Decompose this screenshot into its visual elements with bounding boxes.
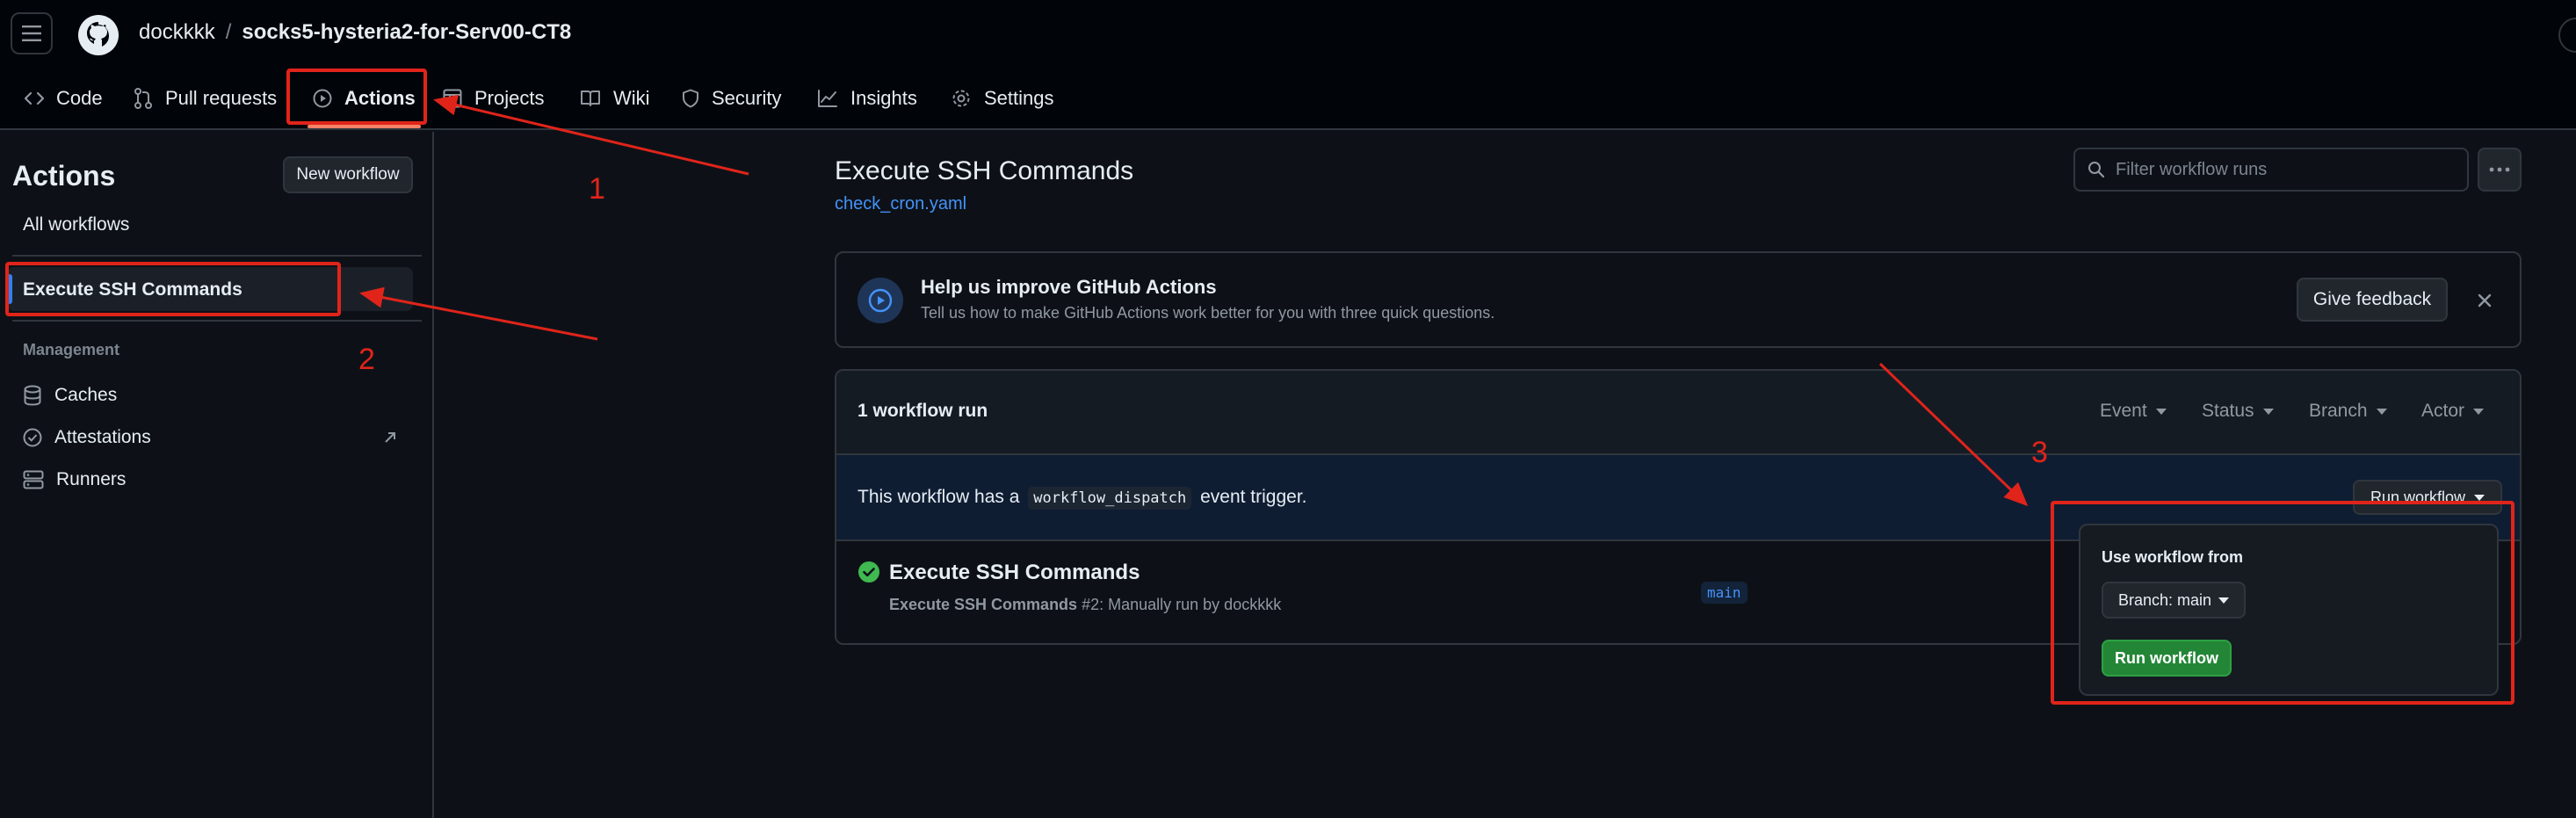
run-workflow-name: Execute SSH Commands <box>889 596 1078 613</box>
verified-icon <box>23 428 42 447</box>
banner-subtitle: Tell us how to make GitHub Actions work … <box>921 304 1495 322</box>
filter-status-dropdown[interactable]: Status <box>2202 401 2274 422</box>
tab-settings[interactable]: Settings <box>951 74 1054 123</box>
tab-label: Settings <box>984 87 1054 109</box>
repo-owner-link[interactable]: dockkkk <box>139 20 215 44</box>
table-icon <box>443 89 462 108</box>
give-feedback-button[interactable]: Give feedback <box>2297 278 2448 322</box>
chevron-down-icon <box>2376 408 2387 415</box>
sidebar-divider <box>12 320 422 322</box>
book-icon <box>581 90 600 106</box>
tab-security[interactable]: Security <box>682 74 781 123</box>
shield-icon <box>683 89 698 108</box>
actions-sidebar: Actions New workflow All workflows Execu… <box>0 132 434 818</box>
tab-pull-requests[interactable]: Pull requests <box>134 74 277 123</box>
trigger-suffix: event trigger. <box>1200 487 1307 507</box>
actions-play-icon <box>857 278 903 323</box>
code-icon <box>25 91 44 105</box>
git-pull-request-icon <box>134 88 152 109</box>
filter-label: Status <box>2202 401 2254 421</box>
tab-label: Pull requests <box>165 87 278 109</box>
chevron-down-icon <box>2473 408 2485 415</box>
filter-event-dropdown[interactable]: Event <box>2100 401 2167 422</box>
tab-insights[interactable]: Insights <box>817 74 917 123</box>
highlight-box-workflow <box>5 262 341 316</box>
tab-label: Code <box>56 87 103 109</box>
trigger-prefix: This workflow has a <box>857 487 1020 507</box>
tab-label: Wiki <box>613 87 650 109</box>
tab-label: Insights <box>850 87 917 109</box>
repo-nav: Code Pull requests Actions Projects Wiki… <box>0 74 1230 130</box>
avatar[interactable] <box>2558 18 2576 53</box>
sidebar-item-all-workflows[interactable]: All workflows <box>23 214 129 235</box>
management-heading: Management <box>23 341 120 358</box>
filter-label: Actor <box>2421 401 2465 421</box>
annotation-number-2: 2 <box>358 343 375 376</box>
trigger-code: workflow_dispatch <box>1028 487 1192 510</box>
highlight-box-actions-tab <box>286 69 427 125</box>
annotation-number-3: 3 <box>2031 436 2048 469</box>
run-title-link[interactable]: Execute SSH Commands <box>889 561 1140 585</box>
menu-icon <box>22 25 41 41</box>
branch-label[interactable]: main <box>1701 582 1747 604</box>
database-icon <box>24 385 41 406</box>
chevron-down-icon <box>2155 408 2167 415</box>
active-tab-underline <box>308 125 421 128</box>
graph-icon <box>818 90 837 107</box>
sidebar-item-label: Caches <box>54 385 118 405</box>
annotation-number-1: 1 <box>589 172 605 206</box>
hamburger-menu-button[interactable] <box>11 12 53 54</box>
chevron-down-icon <box>2262 408 2274 415</box>
filter-placeholder: Filter workflow runs <box>2116 159 2268 179</box>
tab-wiki[interactable]: Wiki <box>580 74 650 123</box>
highlight-box-run-workflow <box>2051 501 2514 705</box>
dismiss-banner-button[interactable] <box>2472 288 2497 313</box>
tab-label: Security <box>712 87 782 109</box>
sidebar-divider <box>12 255 422 257</box>
breadcrumb: dockkkk / socks5-hysteria2-for-Serv00-CT8 <box>139 19 571 46</box>
filter-actor-dropdown[interactable]: Actor <box>2421 401 2485 422</box>
feedback-banner: Help us improve GitHub Actions Tell us h… <box>835 251 2522 348</box>
filter-workflow-runs-input[interactable]: Filter workflow runs <box>2073 148 2469 192</box>
close-icon <box>2478 293 2492 308</box>
tab-code[interactable]: Code <box>25 74 103 123</box>
sidebar-title: Actions <box>12 160 116 192</box>
filter-branch-dropdown[interactable]: Branch <box>2309 401 2387 422</box>
new-workflow-button[interactable]: New workflow <box>283 156 413 193</box>
check-circle-success-icon <box>858 561 879 583</box>
tab-projects[interactable]: Projects <box>443 74 544 123</box>
sidebar-item-attestations[interactable]: Attestations <box>23 423 401 452</box>
tab-label: Projects <box>474 87 545 109</box>
banner-title: Help us improve GitHub Actions <box>921 276 1217 298</box>
runs-header: 1 workflow run Event Status Branch Actor <box>836 371 2520 455</box>
trigger-message: This workflow has a workflow_dispatch ev… <box>857 487 1307 510</box>
workflow-title: Execute SSH Commands <box>835 156 1134 185</box>
github-logo-icon[interactable] <box>77 14 119 56</box>
gear-icon <box>952 90 970 107</box>
sidebar-item-caches[interactable]: Caches <box>23 381 117 409</box>
run-details: #2: Manually run by dockkkk <box>1082 596 1282 613</box>
arrow-up-right-icon <box>385 432 395 443</box>
sidebar-item-label: Runners <box>56 469 127 489</box>
sidebar-item-runners[interactable]: Runners <box>23 466 126 494</box>
server-icon <box>23 470 44 489</box>
filter-label: Event <box>2100 401 2147 421</box>
runs-count: 1 workflow run <box>857 401 988 421</box>
kebab-horizontal-icon <box>2489 167 2510 172</box>
search-icon <box>2088 162 2105 178</box>
filter-label: Branch <box>2309 401 2368 421</box>
breadcrumb-separator: / <box>225 20 232 44</box>
repo-name-link[interactable]: socks5-hysteria2-for-Serv00-CT8 <box>242 20 571 44</box>
workflow-file-link[interactable]: check_cron.yaml <box>835 194 966 214</box>
run-subtitle: Execute SSH Commands #2: Manually run by… <box>889 596 1281 614</box>
chevron-down-icon <box>2474 494 2486 501</box>
sidebar-item-label: Attestations <box>54 427 151 447</box>
more-options-button[interactable] <box>2478 148 2522 192</box>
